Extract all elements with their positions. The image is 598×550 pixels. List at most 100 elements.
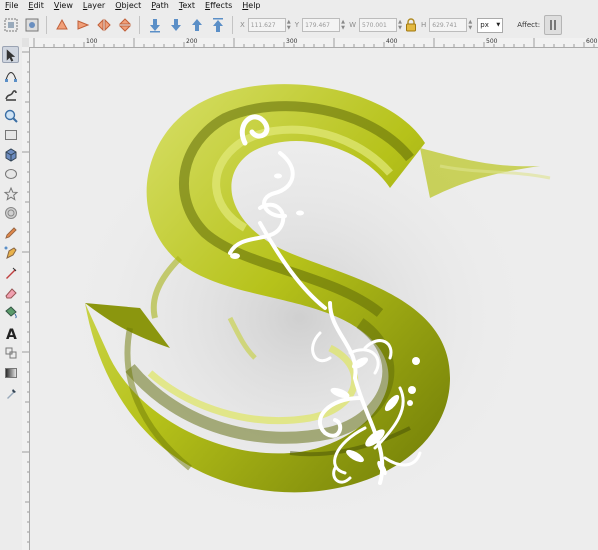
y-coordinate: Y 179.467 ▲ ▼ bbox=[295, 18, 346, 32]
artwork bbox=[60, 84, 551, 533]
arrow-up-icon bbox=[192, 19, 202, 31]
svg-text:A: A bbox=[6, 327, 17, 341]
ruler-ticks bbox=[33, 38, 595, 47]
scale-stroke-icon bbox=[550, 20, 557, 30]
dropper-tool-icon bbox=[6, 388, 16, 399]
paint-bucket-tool-icon bbox=[4, 305, 17, 318]
horizontal-ruler[interactable]: 100 200 300 400 500 600 bbox=[29, 38, 598, 48]
tweak-tool-button[interactable] bbox=[2, 86, 19, 103]
flip-vertical-icon bbox=[118, 18, 132, 32]
ruler-tick-label: 600 bbox=[586, 38, 598, 45]
affect-stroke-button[interactable] bbox=[544, 15, 563, 35]
flip-vertical-button[interactable] bbox=[115, 15, 135, 35]
zoom-selection-button[interactable] bbox=[22, 15, 42, 35]
menu-item-layer[interactable]: Layer bbox=[78, 0, 110, 12]
arrow-bottom-icon bbox=[150, 19, 160, 33]
lock-proportions-button[interactable] bbox=[404, 15, 418, 35]
h-spinner[interactable]: ▲ ▼ bbox=[467, 18, 473, 32]
lower-to-bottom-button[interactable] bbox=[145, 15, 165, 35]
eraser-tool-icon bbox=[4, 287, 17, 298]
w-spinner[interactable]: ▲ ▼ bbox=[397, 18, 403, 32]
separator bbox=[232, 16, 233, 34]
h-input[interactable]: 629.741 bbox=[429, 18, 468, 32]
x-spinner[interactable]: ▲ ▼ bbox=[286, 18, 292, 32]
menu-label: ile bbox=[9, 1, 19, 10]
zoom-tool-icon bbox=[4, 109, 18, 123]
menu-label: ext bbox=[182, 1, 196, 10]
y-spinner[interactable]: ▲ ▼ bbox=[340, 18, 346, 32]
eraser-tool-button[interactable] bbox=[2, 284, 19, 301]
calligraphy-tool-button[interactable] bbox=[2, 264, 19, 281]
dropper-tool-button[interactable] bbox=[2, 384, 19, 401]
y-input[interactable]: 179.467 bbox=[302, 18, 341, 32]
star-tool-button[interactable] bbox=[2, 185, 19, 202]
ellipse-tool-icon bbox=[4, 168, 17, 179]
separator bbox=[139, 16, 140, 34]
vertical-ruler[interactable] bbox=[22, 47, 30, 550]
menu-item-effects[interactable]: Effects bbox=[200, 0, 237, 12]
menu-label: bject bbox=[121, 1, 142, 10]
commands-toolbar: X 111.627 ▲ ▼ Y 179.467 ▲ ▼ W 570.001 ▲ ▼ H… bbox=[0, 12, 598, 39]
menu-item-help[interactable]: Help bbox=[237, 0, 265, 12]
spray-tool-button[interactable] bbox=[2, 344, 19, 361]
rectangle-tool-button[interactable] bbox=[2, 126, 19, 143]
ruler-tick-label: 300 bbox=[286, 38, 298, 45]
menu-item-object[interactable]: Object bbox=[110, 0, 146, 12]
pencil-tool-button[interactable] bbox=[2, 224, 19, 241]
selector-tool-button[interactable] bbox=[2, 46, 19, 63]
3d-box-tool-icon bbox=[5, 147, 16, 162]
canvas[interactable] bbox=[30, 48, 598, 550]
w-label: W bbox=[349, 21, 356, 29]
toolbox: A bbox=[0, 38, 23, 550]
star-tool-icon bbox=[3, 186, 18, 201]
ruler-corner bbox=[22, 38, 29, 47]
arrow-down-icon bbox=[171, 19, 181, 31]
ellipse-tool-button[interactable] bbox=[2, 165, 19, 182]
menu-label: ffects bbox=[210, 1, 233, 10]
unit-select[interactable]: px ▼ bbox=[477, 17, 504, 33]
zoom-tool-button[interactable] bbox=[2, 107, 19, 124]
menu-item-text[interactable]: Text bbox=[174, 0, 200, 12]
selection-tool-button[interactable] bbox=[1, 15, 21, 35]
menu-item-view[interactable]: View bbox=[49, 0, 78, 12]
menu-label: dit bbox=[33, 1, 44, 10]
x-coordinate: X 111.627 ▲ ▼ bbox=[240, 18, 292, 32]
raise-to-top-button[interactable] bbox=[208, 15, 228, 35]
pen-tool-button[interactable] bbox=[2, 244, 19, 261]
dashed-box-icon bbox=[4, 18, 18, 32]
node-tool-button[interactable] bbox=[2, 66, 19, 83]
menu-item-edit[interactable]: Edit bbox=[23, 0, 49, 12]
lower-button[interactable] bbox=[166, 15, 186, 35]
separator bbox=[46, 16, 47, 34]
menu-label: iew bbox=[59, 1, 73, 10]
gradient-tool-button[interactable] bbox=[2, 364, 19, 381]
menu-label: elp bbox=[248, 1, 261, 10]
menu-item-path[interactable]: Path bbox=[146, 0, 174, 12]
height-field: H 629.741 ▲ ▼ bbox=[421, 18, 473, 32]
spiral-tool-button[interactable] bbox=[2, 204, 19, 221]
affect-label: Affect: bbox=[517, 21, 541, 29]
3d-box-tool-button[interactable] bbox=[2, 146, 19, 163]
rotate-cw-button[interactable] bbox=[73, 15, 93, 35]
arrow-top-icon bbox=[213, 18, 223, 32]
w-input[interactable]: 570.001 bbox=[359, 18, 397, 32]
text-tool-button[interactable]: A bbox=[2, 324, 19, 341]
rotate-ccw-button[interactable] bbox=[52, 15, 72, 35]
ruler-tick-label: 200 bbox=[186, 38, 198, 45]
raise-button[interactable] bbox=[187, 15, 207, 35]
pen-tool-icon bbox=[4, 246, 17, 259]
x-input[interactable]: 111.627 bbox=[247, 18, 286, 32]
h-label: H bbox=[421, 21, 427, 29]
pencil-tool-icon bbox=[4, 226, 17, 239]
flip-horizontal-button[interactable] bbox=[94, 15, 114, 35]
flip-horizontal-icon bbox=[97, 18, 111, 32]
lock-icon bbox=[406, 18, 416, 32]
rectangle-tool-icon bbox=[4, 129, 17, 140]
spiral-tool-icon bbox=[4, 206, 17, 219]
tweak-tool-icon bbox=[4, 89, 17, 101]
menu-item-file[interactable]: File bbox=[0, 0, 23, 12]
x-label: X bbox=[240, 21, 245, 29]
gradient-tool-icon bbox=[4, 367, 17, 378]
paint-bucket-tool-button[interactable] bbox=[2, 303, 19, 320]
ruler-tick-label: 100 bbox=[86, 38, 98, 45]
